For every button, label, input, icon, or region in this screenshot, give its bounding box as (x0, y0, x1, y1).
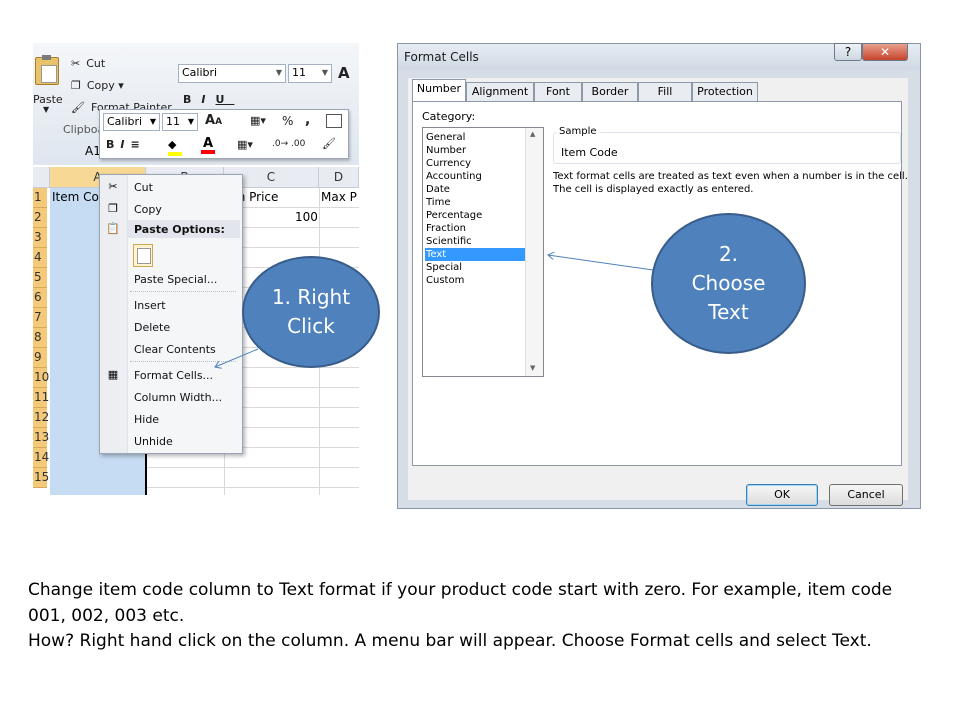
instruction-caption: Change item code column to Text format i… (28, 578, 928, 655)
callout-step-2: 2. Choose Text (651, 213, 806, 354)
arrow-to-format-cells (215, 348, 259, 367)
caption-line-2: 001, 002, 003 etc. (28, 605, 185, 626)
callout-step-1: 1. Right Click (242, 256, 380, 368)
caption-line-1: Change item code column to Text format i… (28, 580, 893, 600)
caption-line-3: How? Right hand click on the column. A m… (28, 631, 872, 651)
arrow-to-text-category (548, 255, 654, 271)
